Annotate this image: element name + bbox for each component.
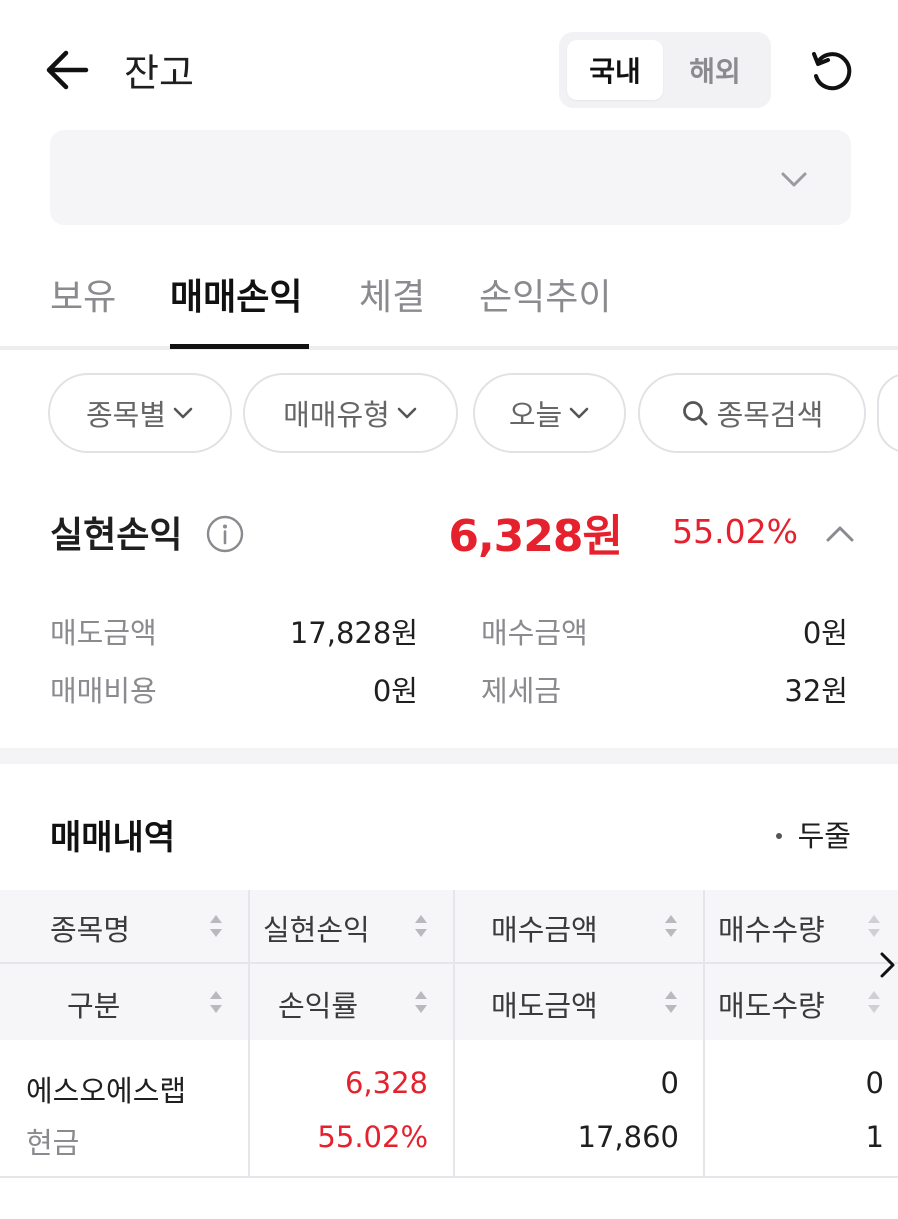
segment-overseas[interactable]: 해외 bbox=[667, 40, 763, 100]
filter-by-stock[interactable]: 종목별 bbox=[48, 373, 232, 453]
sell-amount-value: 17,828원 bbox=[289, 616, 418, 650]
refresh-icon[interactable] bbox=[808, 48, 856, 96]
sell-amount-label: 매도금액 bbox=[50, 616, 157, 650]
realized-pnl-title: 실현손익 bbox=[50, 515, 183, 556]
segment-domestic[interactable]: 국내 bbox=[567, 40, 663, 100]
market-segment-control: 국내 해외 bbox=[559, 32, 771, 108]
buy-amount-cell: 0 bbox=[660, 1066, 679, 1100]
col-header-buy-qty[interactable]: 매수수량 bbox=[718, 907, 825, 949]
chevron-down-icon bbox=[569, 407, 589, 419]
realized-pnl-amount: 6,328원 bbox=[448, 511, 623, 562]
sort-icon[interactable] bbox=[866, 913, 882, 939]
trade-history-title: 매매내역 bbox=[50, 818, 176, 858]
sort-icon[interactable] bbox=[413, 989, 429, 1015]
sort-icon[interactable] bbox=[663, 913, 679, 939]
filter-more-chip[interactable] bbox=[877, 373, 898, 453]
trade-cost-value: 0원 bbox=[372, 674, 418, 708]
sort-icon[interactable] bbox=[663, 989, 679, 1015]
info-icon[interactable] bbox=[205, 514, 245, 554]
chevron-up-icon[interactable] bbox=[824, 518, 856, 550]
column-divider bbox=[453, 890, 455, 1178]
sort-icon[interactable] bbox=[208, 989, 224, 1015]
sort-icon[interactable] bbox=[866, 989, 882, 1015]
col-header-type[interactable]: 구분 bbox=[67, 983, 120, 1025]
realized-pnl-cell: 6,328 bbox=[344, 1066, 428, 1100]
col-header-sell-amount[interactable]: 매도금액 bbox=[491, 983, 598, 1025]
filter-period-label: 오늘 bbox=[508, 398, 563, 432]
page-title: 잔고 bbox=[124, 51, 194, 95]
sort-icon[interactable] bbox=[413, 913, 429, 939]
stock-search-button[interactable]: 종목검색 bbox=[638, 373, 866, 453]
table-bottom-divider bbox=[0, 1176, 898, 1178]
realized-pnl-rate: 55.02% bbox=[672, 512, 798, 551]
column-divider bbox=[703, 890, 705, 1178]
col-header-buy-amount[interactable]: 매수금액 bbox=[491, 907, 598, 949]
pnl-rate-cell: 55.02% bbox=[317, 1120, 428, 1154]
tab-executions[interactable]: 체결 bbox=[359, 268, 425, 320]
filter-period[interactable]: 오늘 bbox=[473, 373, 626, 453]
active-tab-indicator bbox=[170, 344, 309, 349]
tab-holdings[interactable]: 보유 bbox=[50, 268, 116, 320]
trade-category: 현금 bbox=[26, 1126, 80, 1160]
tab-pnl-trend[interactable]: 손익추이 bbox=[479, 268, 611, 320]
chevron-down-icon bbox=[781, 172, 807, 187]
back-arrow-icon[interactable] bbox=[44, 48, 90, 92]
stock-name[interactable]: 에스오에스랩 bbox=[26, 1068, 186, 1110]
chevron-down-icon bbox=[173, 407, 193, 419]
two-line-view-label: 두줄 bbox=[797, 819, 851, 853]
col-header-stock-name[interactable]: 종목명 bbox=[50, 907, 130, 949]
section-divider bbox=[0, 748, 898, 764]
chevron-down-icon bbox=[397, 407, 417, 419]
column-divider bbox=[248, 890, 250, 1178]
buy-qty-cell: 0 bbox=[865, 1066, 884, 1100]
sort-icon[interactable] bbox=[208, 913, 224, 939]
app-header: 잔고 국내 해외 bbox=[0, 0, 898, 130]
buy-amount-label: 매수금액 bbox=[481, 616, 588, 650]
trade-cost-label: 매매비용 bbox=[50, 674, 157, 708]
filter-trade-type-label: 매매유형 bbox=[283, 398, 390, 432]
balance-tabs: 보유 매매손익 체결 손익추이 bbox=[0, 262, 898, 350]
sell-amount-cell: 17,860 bbox=[577, 1120, 679, 1154]
filter-trade-type[interactable]: 매매유형 bbox=[243, 373, 458, 453]
buy-amount-value: 0원 bbox=[802, 616, 848, 650]
col-header-realized-pnl[interactable]: 실현손익 bbox=[263, 907, 370, 949]
header-row-divider bbox=[0, 962, 898, 964]
filter-by-stock-label: 종목별 bbox=[85, 398, 167, 432]
tax-value: 32원 bbox=[784, 674, 848, 708]
tab-trade-pnl[interactable]: 매매손익 bbox=[170, 268, 302, 320]
bullet-icon bbox=[775, 833, 782, 839]
sell-qty-cell: 1 bbox=[865, 1120, 884, 1154]
account-selector[interactable] bbox=[50, 130, 851, 225]
chevron-right-icon[interactable] bbox=[876, 950, 898, 980]
two-line-view-toggle[interactable]: 두줄 bbox=[775, 813, 851, 855]
tax-label: 제세금 bbox=[481, 674, 562, 708]
col-header-sell-qty[interactable]: 매도수량 bbox=[718, 983, 825, 1025]
col-header-pnl-rate[interactable]: 손익률 bbox=[278, 983, 358, 1025]
search-icon bbox=[682, 401, 708, 426]
stock-search-label: 종목검색 bbox=[716, 398, 824, 432]
